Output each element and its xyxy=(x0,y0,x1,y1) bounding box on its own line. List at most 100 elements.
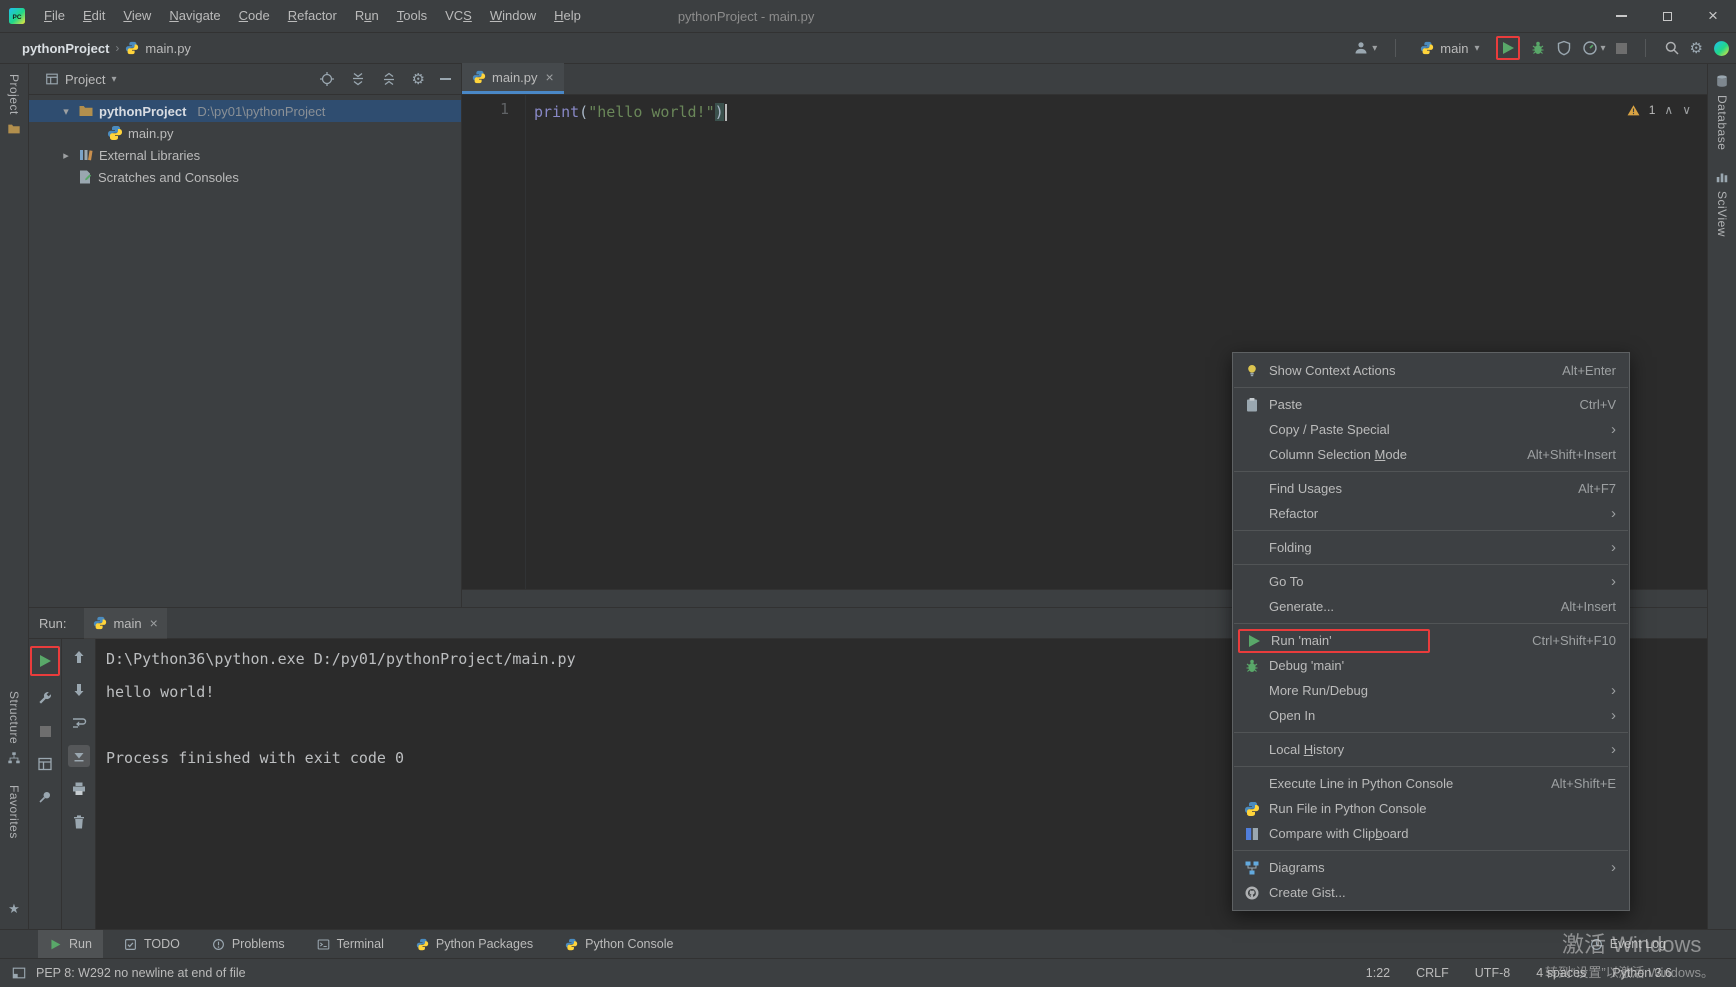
menu-refactor[interactable]: Refactor xyxy=(279,0,346,32)
menu-item-column-selection-mode[interactable]: Column Selection Mode Alt+Shift+Insert xyxy=(1233,442,1629,467)
menu-code[interactable]: Code xyxy=(230,0,279,32)
menu-item-compare-with-clipboard[interactable]: Compare with Clipboard xyxy=(1233,821,1629,846)
down-stack-trace-button[interactable] xyxy=(68,679,90,701)
window-controls: × xyxy=(1598,0,1736,32)
project-panel-title[interactable]: Project xyxy=(65,72,105,87)
favorites-star-icon[interactable]: ★ xyxy=(8,901,20,917)
run-tab-main[interactable]: main × xyxy=(84,607,167,639)
menu-item-run-main[interactable]: Run 'main' Ctrl+Shift+F10 xyxy=(1233,628,1629,653)
toolbar-tab-terminal[interactable]: Terminal xyxy=(306,930,395,958)
tree-item-scratches[interactable]: Scratches and Consoles xyxy=(29,166,461,188)
menu-item-run-file-in-python-console[interactable]: Run File in Python Console xyxy=(1233,796,1629,821)
profiler-button[interactable]: ▾ xyxy=(1582,40,1606,56)
close-tab-icon[interactable]: × xyxy=(150,615,158,631)
edit-configuration-button[interactable] xyxy=(34,687,56,709)
collapsed-arrow-icon[interactable]: ▸ xyxy=(59,149,73,162)
breadcrumb-project[interactable]: pythonProject xyxy=(22,41,109,56)
expand-all-button[interactable] xyxy=(350,71,366,87)
up-stack-trace-button[interactable] xyxy=(68,646,90,668)
menu-tools[interactable]: Tools xyxy=(388,0,436,32)
stop-button[interactable] xyxy=(1615,42,1627,54)
menu-item-refactor[interactable]: Refactor › xyxy=(1233,501,1629,526)
locate-file-button[interactable] xyxy=(319,71,335,87)
restore-layout-button[interactable] xyxy=(34,753,56,775)
menu-edit[interactable]: Edit xyxy=(74,0,114,32)
menu-help[interactable]: Help xyxy=(545,0,590,32)
run-config-selector[interactable]: main ▾ xyxy=(1414,39,1485,58)
menu-window[interactable]: Window xyxy=(481,0,545,32)
pin-tab-button[interactable] xyxy=(34,786,56,808)
menu-item-folding[interactable]: Folding › xyxy=(1233,535,1629,560)
search-everywhere-button[interactable] xyxy=(1664,40,1680,56)
menu-item-generate[interactable]: Generate... Alt+Insert xyxy=(1233,594,1629,619)
stripe-project-button[interactable]: Project xyxy=(7,64,21,146)
status-message[interactable]: PEP 8: W292 no newline at end of file xyxy=(36,966,246,980)
soft-wrap-button[interactable] xyxy=(68,712,90,734)
stop-process-button[interactable] xyxy=(34,720,56,742)
minimize-button[interactable] xyxy=(1598,0,1644,32)
folder-icon xyxy=(7,122,21,136)
breadcrumb-file[interactable]: main.py xyxy=(145,41,191,56)
menu-item-go-to[interactable]: Go To › xyxy=(1233,569,1629,594)
panel-settings-button[interactable]: ⚙ xyxy=(412,72,425,87)
menu-item-debug-main[interactable]: Debug 'main' xyxy=(1233,653,1629,678)
toolbar-tab-python-console[interactable]: Python Console xyxy=(554,930,684,958)
menu-vcs[interactable]: VCS xyxy=(436,0,481,32)
menu-view[interactable]: View xyxy=(114,0,160,32)
maximize-button[interactable] xyxy=(1644,0,1690,32)
menu-item-paste[interactable]: Paste Ctrl+V xyxy=(1233,392,1629,417)
stripe-favorites-button[interactable]: Favorites xyxy=(7,775,21,849)
menu-item-show-context-actions[interactable]: Show Context Actions Alt+Enter xyxy=(1233,358,1629,383)
rerun-button[interactable] xyxy=(34,650,56,672)
event-log-button[interactable]: Event Log xyxy=(1590,937,1666,951)
menu-file[interactable]: File xyxy=(35,0,74,32)
run-button[interactable] xyxy=(1500,40,1516,56)
tree-item-python-project[interactable]: ▾ pythonProject D:\py01\pythonProject xyxy=(29,100,461,122)
tree-item-main-py[interactable]: main.py xyxy=(29,122,461,144)
ide-settings-button[interactable]: ⚙ xyxy=(1690,41,1703,56)
menu-item-copy-paste-special[interactable]: Copy / Paste Special › xyxy=(1233,417,1629,442)
close-button[interactable]: × xyxy=(1690,0,1736,32)
toolbar-tab-todo[interactable]: TODO xyxy=(113,930,191,958)
stripe-database-button[interactable]: Database xyxy=(1715,64,1729,160)
menu-item-execute-line-in-python-console[interactable]: Execute Line in Python Console Alt+Shift… xyxy=(1233,771,1629,796)
menu-item-local-history[interactable]: Local History › xyxy=(1233,737,1629,762)
stripe-sciview-button[interactable]: SciView xyxy=(1715,160,1729,247)
editor-tab-main-py[interactable]: main.py × xyxy=(462,63,564,94)
menu-item-open-in[interactable]: Open In › xyxy=(1233,703,1629,728)
inspections-widget[interactable]: 1 ∧ ∨ xyxy=(1627,103,1691,117)
toolbar-tab-python-packages[interactable]: Python Packages xyxy=(405,930,544,958)
coverage-button[interactable] xyxy=(1556,40,1572,56)
prev-problem-icon[interactable]: ∧ xyxy=(1664,103,1673,117)
interpreter-widget[interactable]: Python 3.6 xyxy=(1612,966,1672,980)
toolwindow-switcher-icon[interactable] xyxy=(12,966,26,980)
ide-promo-icon[interactable] xyxy=(1713,40,1730,57)
next-problem-icon[interactable]: ∨ xyxy=(1682,103,1691,117)
clear-console-button[interactable] xyxy=(68,811,90,833)
line-separator-widget[interactable]: CRLF xyxy=(1416,966,1449,980)
menu-navigate[interactable]: Navigate xyxy=(160,0,229,32)
tree-item-external-libraries[interactable]: ▸ External Libraries xyxy=(29,144,461,166)
compare-icon xyxy=(1242,826,1262,842)
stripe-structure-button[interactable]: Structure xyxy=(7,681,21,775)
toolbar-tab-problems[interactable]: Problems xyxy=(201,930,296,958)
rerun-annotation-box xyxy=(30,646,60,676)
encoding-widget[interactable]: UTF-8 xyxy=(1475,966,1510,980)
menu-run[interactable]: Run xyxy=(346,0,388,32)
close-tab-icon[interactable]: × xyxy=(546,69,554,85)
menu-item-create-gist[interactable]: Create Gist... xyxy=(1233,880,1629,905)
chevron-down-icon[interactable]: ▾ xyxy=(111,74,116,85)
menu-item-find-usages[interactable]: Find Usages Alt+F7 xyxy=(1233,476,1629,501)
toolbar-tab-run[interactable]: Run xyxy=(38,930,103,958)
indent-widget[interactable]: 4 spaces xyxy=(1536,966,1586,980)
collapse-all-button[interactable] xyxy=(381,71,397,87)
debug-button[interactable] xyxy=(1530,40,1546,56)
print-console-button[interactable] xyxy=(68,778,90,800)
expanded-arrow-icon[interactable]: ▾ xyxy=(59,105,73,118)
user-dropdown-button[interactable]: ▾ xyxy=(1353,40,1377,56)
menu-item-diagrams[interactable]: Diagrams › xyxy=(1233,855,1629,880)
scroll-to-end-button[interactable] xyxy=(67,745,90,767)
caret-position-widget[interactable]: 1:22 xyxy=(1366,966,1390,980)
menu-item-more-run-debug[interactable]: More Run/Debug › xyxy=(1233,678,1629,703)
hide-panel-button[interactable] xyxy=(440,78,451,80)
